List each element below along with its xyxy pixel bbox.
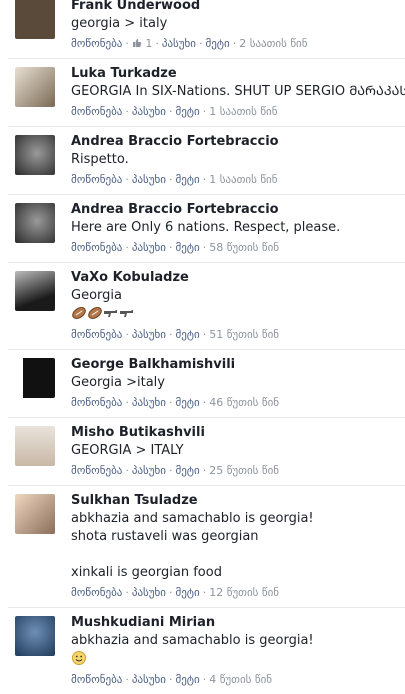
comment-actions: მოწონება · პასუხი · მეტი · 12 წუთის წინ [71,586,280,599]
comment-item: Andrea Braccio Fortebraccio Here are Onl… [8,195,405,263]
more-link[interactable]: მეტი [175,328,199,341]
more-link[interactable]: მეტი [175,241,199,254]
reply-link[interactable]: პასუხი [132,105,166,118]
comment-time[interactable]: 46 წუთის წინ [209,396,279,409]
comment-author[interactable]: George Balkhamishvili [71,356,279,374]
comment-author[interactable]: VaXo Kobuladze [71,269,279,287]
avatar[interactable] [15,616,55,656]
avatar[interactable] [15,358,55,398]
avatar[interactable] [15,426,55,466]
like-link[interactable]: მოწონება [71,328,122,341]
comment-time[interactable]: 58 წუთის წინ [209,241,279,254]
avatar[interactable] [15,135,55,175]
like-count: 1 [145,37,153,50]
comment-item: Luka Turkadze GEORGIA In SIX-Nations. SH… [8,59,405,127]
comment-time[interactable]: 12 წუთის წინ [209,586,279,599]
avatar[interactable] [15,0,55,39]
reply-link[interactable]: პასუხი [132,241,166,254]
thumbs-up-icon [132,39,142,47]
comment-text-value: abkhazia and samachablo is georgia! [71,633,314,648]
comment-text: Rispetto. [71,152,129,167]
pistol-icon [104,310,117,317]
comment-time[interactable]: 1 საათის წინ [209,173,277,186]
comment-author[interactable]: Misho Butikashvili [71,424,279,442]
comment-author[interactable]: Andrea Braccio Fortebraccio [71,201,340,219]
comment-actions: მოწონება · პასუხი · მეტი · 58 წუთის წინ [71,241,280,254]
comment-actions: მოწონება · პასუხი · მეტი · 4 წუთის წინ [71,673,273,686]
comment-item: VaXo Kobuladze Georgia მოწონება · პასუხი · მ… [8,263,405,350]
comment-actions: მოწონება · 1 · პასუხი · მეტი · 2 საათის წინ [71,37,308,50]
rugby-ball-icon [72,307,86,319]
reply-link[interactable]: პასუხი [132,173,166,186]
comment-item: George Balkhamishvili Georgia >italy მოწ… [8,350,405,418]
more-link[interactable]: მეტი [205,37,229,50]
comment-author[interactable]: Sulkhan Tsuladze [71,492,314,510]
avatar[interactable] [15,67,55,107]
comment-author[interactable]: Mushkudiani Mirian [71,614,314,632]
reply-link[interactable]: პასუხი [132,673,166,686]
more-link[interactable]: მეტი [175,396,199,409]
like-link[interactable]: მოწონება [71,37,122,50]
like-link[interactable]: მოწონება [71,396,122,409]
comment-text: abkhazia and samachablo is georgia! [71,632,314,669]
comment-text: Here are Only 6 nations. Respect, please… [71,220,341,235]
like-link[interactable]: მოწონება [71,464,122,477]
comment-list: Frank Underwood georgia > italy მოწონება… [0,0,405,694]
comment-text: Georgia >italy [71,375,165,390]
like-link[interactable]: მოწონება [71,173,122,186]
comment-actions: მოწონება · პასუხი · მეტი · 1 საათის წინ [71,105,278,118]
reply-link[interactable]: პასუხი [162,37,196,50]
comment-actions: მოწონება · პასუხი · მეტი · 1 საათის წინ [71,173,278,186]
comment-author[interactable]: Luka Turkadze [71,65,405,83]
comment-time[interactable]: 2 საათის წინ [239,37,307,50]
comment-text: georgia > italy [71,16,168,31]
comment-item: Frank Underwood georgia > italy მოწონება… [8,0,405,59]
avatar[interactable] [15,494,55,534]
rugby-ball-icon [88,307,102,319]
like-link[interactable]: მოწონება [71,105,122,118]
comment-item: Misho Butikashvili GEORGIA > ITALY მოწონ… [8,418,405,486]
like-link[interactable]: მოწონება [71,673,122,686]
more-link[interactable]: მეტი [175,105,199,118]
avatar[interactable] [15,203,55,243]
pistol-icon [120,310,133,317]
comment-author[interactable]: Andrea Braccio Fortebraccio [71,133,279,151]
reply-link[interactable]: პასუხი [132,586,166,599]
comment-actions: მოწონება · პასუხი · მეტი · 51 წუთის წინ [71,328,280,341]
more-link[interactable]: მეტი [175,673,199,686]
comment-actions: მოწონება · პასუხი · მეტი · 25 წუთის წინ [71,464,280,477]
reply-link[interactable]: პასუხი [132,464,166,477]
comment-item: Sulkhan Tsuladze abkhazia and samachablo… [8,486,405,608]
comment-time[interactable]: 25 წუთის წინ [209,464,279,477]
more-link[interactable]: მეტი [175,173,199,186]
comment-text: GEORGIA In SIX-Nations. SHUT UP SERGIO Მ… [71,84,405,99]
comment-text-value: Georgia [71,288,122,303]
comment-actions: მოწონება · პასუხი · მეტი · 46 წუთის წინ [71,396,280,409]
comment-time[interactable]: 51 წუთის წინ [209,328,279,341]
avatar[interactable] [15,271,55,311]
smiley-icon [72,651,86,665]
reply-link[interactable]: პასუხი [132,396,166,409]
more-link[interactable]: მეტი [175,586,199,599]
comment-item: Andrea Braccio Fortebraccio Rispetto. მო… [8,127,405,195]
comment-text: abkhazia and samachablo is georgia! shot… [71,511,314,580]
comment-time[interactable]: 1 საათის წინ [209,105,277,118]
like-link[interactable]: მოწონება [71,241,122,254]
more-link[interactable]: მეტი [175,464,199,477]
comment-text: GEORGIA > ITALY [71,443,184,458]
comment-author[interactable]: Frank Underwood [71,0,308,15]
reply-link[interactable]: პასუხი [132,328,166,341]
like-link[interactable]: მოწონება [71,586,122,599]
comment-text: Georgia [71,287,279,324]
comment-time[interactable]: 4 წუთის წინ [209,673,272,686]
comment-item: Mushkudiani Mirian abkhazia and samachab… [8,608,405,694]
